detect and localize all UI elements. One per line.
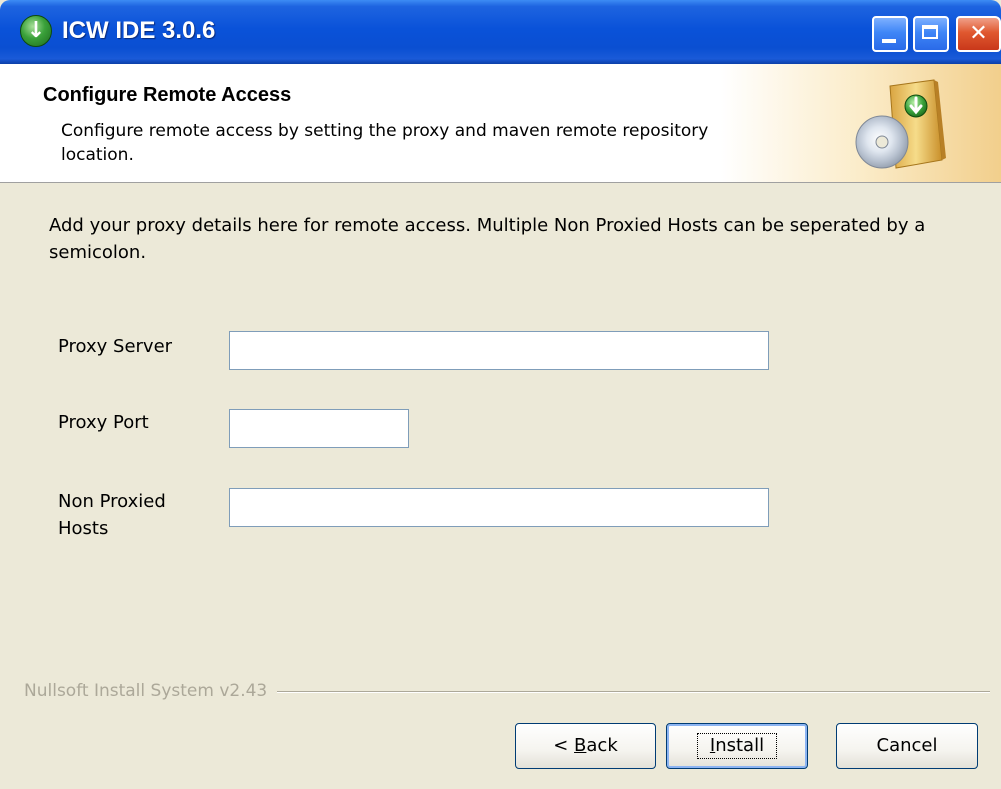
proxy-server-label: Proxy Server [58, 336, 173, 357]
proxy-port-label: Proxy Port [58, 412, 149, 433]
intro-text: Add your proxy details here for remote a… [49, 215, 926, 263]
non-proxied-hosts-label: Non Proxied Hosts [58, 491, 166, 539]
minimize-button[interactable] [872, 16, 908, 52]
installer-brand-label: Nullsoft Install System v2.43 [24, 680, 278, 702]
title-bar[interactable]: ICW IDE 3.0.6 [0, 0, 1001, 64]
close-button[interactable] [956, 16, 1001, 52]
install-focus-ring: Install [696, 733, 778, 759]
install-label-rest: nstall [715, 735, 765, 756]
back-prefix: < [553, 735, 575, 756]
back-mnemonic: B [574, 735, 587, 756]
install-button[interactable]: Install [666, 723, 808, 769]
page-description: Configure remote access by setting the p… [61, 121, 709, 165]
maximize-button[interactable] [913, 16, 949, 52]
proxy-server-input[interactable] [229, 331, 769, 370]
window-title: ICW IDE 3.0.6 [62, 17, 216, 44]
installer-window: ICW IDE 3.0.6 Configure Remote Access Co… [0, 0, 1001, 789]
page-header: Configure Remote Access Configure remote… [0, 64, 1001, 183]
back-label-rest: ack [586, 735, 618, 756]
page-title: Configure Remote Access [43, 84, 292, 106]
back-button[interactable]: < Back [515, 723, 656, 769]
non-proxied-hosts-input[interactable] [229, 488, 769, 527]
installer-box-icon [855, 79, 946, 169]
cancel-button[interactable]: Cancel [836, 723, 978, 769]
download-arrow-icon [20, 15, 52, 47]
proxy-port-input[interactable] [229, 409, 409, 448]
